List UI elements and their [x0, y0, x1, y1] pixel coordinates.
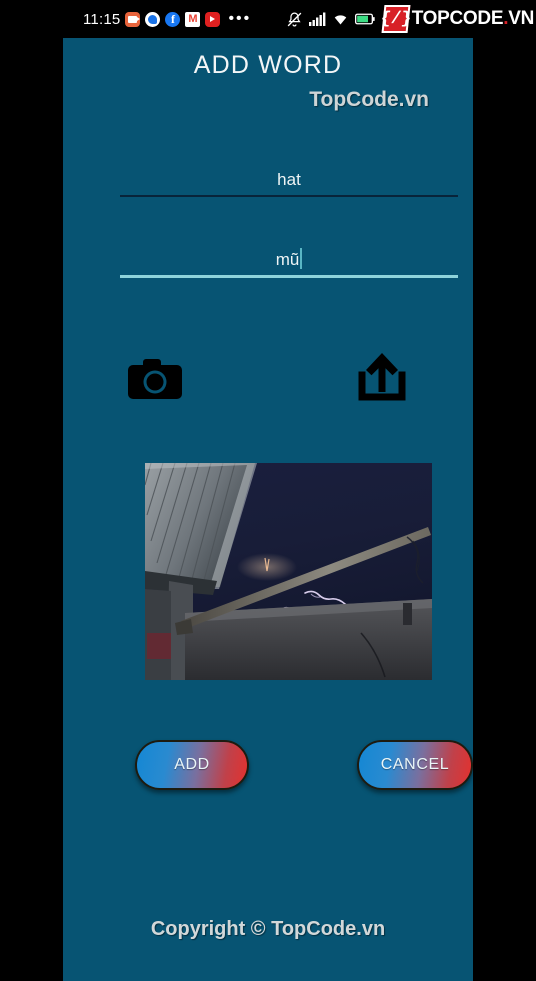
meaning-field[interactable]: mũ [120, 245, 458, 278]
cancel-button-label: CANCEL [380, 756, 450, 773]
phone-screenshot: 11:15 f M ••• {/} TOPCODE.VN ADD WORD To… [0, 0, 536, 981]
camera-icon [122, 359, 188, 409]
meaning-input[interactable]: mũ [120, 245, 458, 275]
media-actions-row [63, 345, 473, 415]
word-field[interactable]: hat [120, 165, 458, 197]
upload-icon [351, 353, 413, 411]
status-bar: 11:15 f M ••• {/} TOPCODE.VN [0, 0, 536, 38]
text-cursor [300, 248, 303, 269]
google-meet-icon [125, 11, 141, 27]
youtube-icon [205, 11, 221, 27]
meaning-input-value: mũ [275, 250, 300, 269]
meaning-field-underline [120, 275, 458, 278]
top-watermark: TopCode.vn [309, 88, 429, 111]
topcode-logo-icon: {/} [379, 5, 412, 33]
add-button-label: ADD [174, 756, 210, 773]
camera-button[interactable] [122, 353, 188, 410]
action-buttons-row: ADD CANCEL [63, 736, 473, 796]
page-title: ADD WORD [193, 51, 343, 79]
status-bar-clock: 11:15 [83, 10, 121, 28]
watermark-top: TOP [411, 8, 450, 29]
status-bar-left: 11:15 f M ••• [83, 11, 251, 28]
footer-copyright: Copyright © TopCode.vn [150, 918, 386, 940]
add-word-screen: ADD WORD TopCode.vn hat mũ ADD CANCEL Co… [63, 38, 473, 981]
watermark-vn: VN [508, 8, 534, 29]
upload-button[interactable] [351, 345, 413, 412]
word-field-underline [120, 195, 458, 197]
add-button[interactable]: ADD [135, 740, 249, 790]
cancel-button[interactable]: CANCEL [357, 740, 473, 790]
battery-icon [354, 13, 375, 25]
topcode-watermark-badge: {/} TOPCODE.VN [379, 5, 536, 33]
watermark-code: CODE [449, 8, 504, 29]
wifi-icon [332, 12, 349, 26]
gmail-icon: M [185, 11, 201, 27]
facebook-icon: f [165, 11, 181, 27]
topcode-watermark-text: TOPCODE.VN [411, 8, 535, 30]
notifications-muted-icon [286, 11, 303, 28]
cellular-signal-icon [308, 12, 326, 26]
google-messages-icon [145, 11, 161, 27]
status-bar-overflow-icon: ••• [228, 10, 252, 27]
word-input[interactable]: hat [120, 165, 458, 195]
photo-preview[interactable] [145, 463, 432, 680]
status-bar-right: {/} TOPCODE.VN [286, 5, 536, 33]
